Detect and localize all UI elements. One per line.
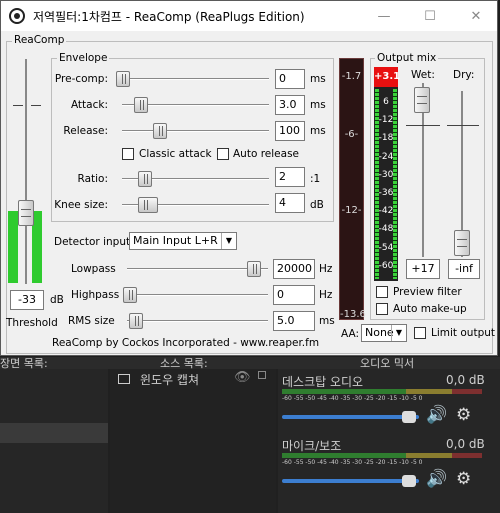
output-scale-label: -30: [378, 169, 394, 180]
lock-icon[interactable]: [258, 371, 266, 379]
speaker-icon[interactable]: 🔊: [426, 405, 447, 425]
knee-input[interactable]: 4: [275, 193, 305, 213]
mic-aux-volume-track: [282, 479, 419, 483]
threshold-value[interactable]: -33: [10, 290, 44, 310]
scenes-panel: [0, 369, 108, 513]
mic-aux-meter: [282, 453, 482, 458]
window-capture-icon: [118, 374, 130, 384]
precomp-slider[interactable]: [116, 71, 130, 87]
detector-input-select[interactable]: Main Input L+R ▼: [129, 232, 237, 250]
desktop-audio-label: 데스크탑 오디오: [282, 375, 364, 389]
close-button[interactable]: ✕: [453, 1, 499, 31]
desktop-audio-volume-slider[interactable]: [402, 411, 416, 423]
precomp-input[interactable]: 0: [275, 69, 305, 89]
minimize-button[interactable]: —: [361, 1, 407, 31]
eye-icon[interactable]: 👁: [234, 370, 251, 385]
lowpass-input[interactable]: 20000: [273, 259, 315, 279]
attack-input[interactable]: 3.0: [275, 95, 305, 115]
output-meter: +3.1 6 -12 -18 -24 -30 -36 -42 -48 -54 -60: [374, 67, 400, 281]
threshold-label: Threshold: [6, 317, 58, 329]
output-scale-label: -18: [378, 133, 394, 144]
output-scale-label: 6: [383, 97, 389, 107]
highpass-input[interactable]: 0: [273, 285, 315, 305]
threshold-meter-left: [8, 211, 18, 283]
attack-slider[interactable]: [134, 97, 148, 113]
reacomp-window: 저역필터:1차컴프 - ReaComp (ReaPlugs Edition) —…: [0, 0, 498, 356]
aa-select[interactable]: None ▼: [361, 324, 407, 342]
title-bar: 저역필터:1차컴프 - ReaComp (ReaPlugs Edition) —…: [1, 1, 497, 31]
chevron-down-icon: ▼: [221, 233, 236, 249]
output-scale-label: -12: [378, 115, 394, 126]
speaker-icon[interactable]: 🔊: [426, 469, 447, 489]
rms-slider[interactable]: [129, 313, 143, 329]
mic-aux-label: 마이크/보조: [282, 439, 342, 453]
desktop-audio-volume-track: [282, 415, 419, 419]
gear-icon[interactable]: ⚙: [456, 405, 471, 425]
lowpass-slider[interactable]: [247, 261, 261, 277]
release-input[interactable]: 100: [275, 121, 305, 141]
source-item[interactable]: 윈도우 캡쳐: [140, 371, 199, 388]
output-scale-label: -24: [378, 151, 394, 162]
ratio-slider[interactable]: [138, 171, 152, 187]
output-scale-label: -48: [378, 224, 394, 235]
peak-indicator: +3.1: [374, 67, 400, 87]
obs-logo-icon: [9, 8, 25, 24]
audio-mixer-panel: 데스크탑 오디오 0,0 dB -60 -55 -50 -45 -40 -35 …: [278, 369, 500, 513]
auto-release-checkbox[interactable]: [217, 148, 229, 160]
threshold-track: [25, 59, 27, 284]
footer-credit: ReaComp by Cockos Incorporated - www.rea…: [52, 337, 320, 349]
dry-input[interactable]: -inf: [448, 259, 480, 279]
obs-dock-area: 장면 목록: 소스 목록: 오디오 믹서 윈도우 캡쳐 👁 데스크탑 오디오 0…: [0, 357, 500, 513]
gear-icon[interactable]: ⚙: [456, 469, 471, 489]
output-scale-label: -42: [378, 206, 394, 217]
scene-selected-row[interactable]: [0, 423, 108, 443]
ratio-input[interactable]: 2: [275, 167, 305, 187]
window-title: 저역필터:1차컴프 - ReaComp (ReaPlugs Edition): [33, 9, 305, 24]
maximize-button[interactable]: ☐: [407, 1, 453, 31]
desktop-audio-meter: [282, 389, 482, 394]
mic-aux-volume-slider[interactable]: [402, 475, 416, 487]
preview-filter-checkbox[interactable]: [376, 286, 388, 298]
input-meter: -1.7 -6- -12- -13.6: [339, 58, 366, 320]
chevron-down-icon: ▼: [391, 325, 406, 341]
limit-output-checkbox[interactable]: [414, 327, 426, 339]
dry-slider[interactable]: [454, 230, 470, 256]
reacomp-group-label: ReaComp: [12, 34, 67, 46]
threshold-slider[interactable]: [18, 200, 34, 226]
knee-slider[interactable]: [138, 197, 158, 213]
auto-makeup-checkbox[interactable]: [376, 303, 388, 315]
wet-slider[interactable]: [414, 87, 430, 113]
highpass-slider[interactable]: [123, 287, 137, 303]
output-scale-label: -54: [378, 242, 394, 253]
sources-panel: 윈도우 캡쳐 👁: [110, 369, 276, 513]
release-slider[interactable]: [153, 123, 167, 139]
classic-attack-checkbox[interactable]: [122, 148, 134, 160]
output-scale-label: -60: [378, 260, 394, 271]
output-scale-label: -36: [378, 188, 394, 198]
rms-input[interactable]: 5.0: [273, 311, 315, 331]
wet-input[interactable]: +17: [406, 259, 440, 279]
